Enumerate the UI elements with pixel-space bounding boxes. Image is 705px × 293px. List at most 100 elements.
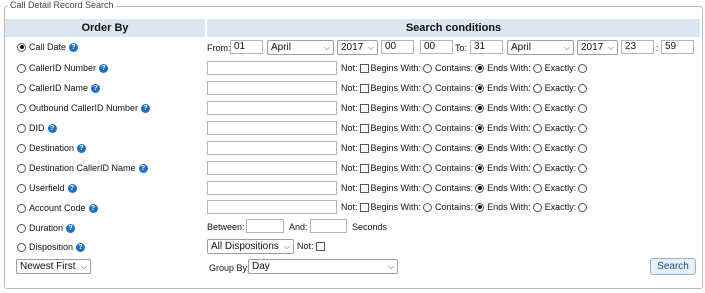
ends-with-radio[interactable]	[532, 183, 542, 193]
from-day-input[interactable]: 01	[230, 40, 263, 54]
order-by-option[interactable]: Outbound CallerID Number?	[17, 101, 151, 115]
contains-radio[interactable]	[475, 63, 485, 73]
not-checkbox[interactable]	[359, 123, 369, 133]
to-day-input[interactable]: 31	[470, 40, 503, 54]
order-by-radio[interactable]	[17, 143, 26, 153]
not-checkbox[interactable]	[359, 163, 369, 173]
not-checkbox[interactable]	[359, 183, 369, 193]
search-text-input[interactable]	[207, 181, 337, 195]
search-button[interactable]: Search	[650, 258, 696, 275]
order-by-option[interactable]: Duration?	[17, 221, 76, 235]
begins-with-label: Begins With:	[370, 63, 422, 73]
begins-with-radio[interactable]	[423, 103, 433, 113]
help-icon[interactable]: ?	[88, 203, 98, 213]
from-year-select[interactable]: 2017 ⌵	[337, 40, 378, 55]
order-by-option[interactable]: DID?	[17, 121, 57, 135]
search-text-input[interactable]	[207, 121, 337, 135]
begins-with-radio[interactable]	[423, 63, 433, 73]
begins-with-radio[interactable]	[423, 183, 433, 193]
begins-with-radio[interactable]	[423, 123, 433, 133]
not-checkbox[interactable]	[359, 63, 369, 73]
to-minute-input[interactable]: 59	[661, 40, 694, 54]
contains-radio[interactable]	[475, 143, 485, 153]
not-checkbox[interactable]	[359, 103, 369, 113]
order-by-option[interactable]: Userfield?	[17, 181, 77, 195]
begins-with-radio[interactable]	[423, 163, 433, 173]
ends-with-radio[interactable]	[532, 123, 542, 133]
contains-radio[interactable]	[475, 163, 485, 173]
exactly-radio[interactable]	[578, 123, 588, 133]
to-hour-input[interactable]: 23	[621, 40, 654, 54]
order-by-option[interactable]: Call Date?	[17, 40, 79, 54]
begins-with-radio[interactable]	[423, 143, 433, 153]
search-text-input[interactable]	[207, 161, 337, 175]
order-by-radio[interactable]	[17, 183, 26, 193]
chevron-down-icon: ⌵	[367, 43, 374, 52]
not-checkbox[interactable]	[359, 83, 369, 93]
to-month-select[interactable]: April ⌵	[507, 40, 574, 55]
exactly-radio[interactable]	[578, 103, 588, 113]
group-by-select[interactable]: Day ⌵	[248, 259, 398, 274]
search-text-input[interactable]	[207, 200, 337, 214]
order-by-radio[interactable]	[17, 223, 26, 233]
ends-with-radio[interactable]	[532, 143, 542, 153]
help-icon[interactable]: ?	[99, 63, 109, 73]
begins-with-radio[interactable]	[423, 83, 433, 93]
search-text-input[interactable]	[207, 81, 337, 95]
exactly-radio[interactable]	[578, 63, 588, 73]
help-icon[interactable]: ?	[141, 103, 151, 113]
order-by-radio[interactable]	[17, 103, 26, 113]
exactly-radio[interactable]	[578, 163, 588, 173]
contains-radio[interactable]	[475, 202, 485, 212]
order-by-radio[interactable]	[17, 83, 26, 93]
search-text-input[interactable]	[207, 141, 337, 155]
ends-with-radio[interactable]	[532, 103, 542, 113]
exactly-radio[interactable]	[578, 143, 588, 153]
help-icon[interactable]: ?	[66, 223, 76, 233]
disposition-select[interactable]: All Dispositions ⌵	[207, 239, 294, 254]
duration-min-input[interactable]	[246, 219, 284, 233]
disposition-not-checkbox[interactable]	[315, 241, 325, 251]
ends-with-radio[interactable]	[532, 202, 542, 212]
help-icon[interactable]: ?	[77, 143, 87, 153]
from-minute-input[interactable]: 00	[420, 40, 453, 54]
order-by-radio[interactable]	[17, 63, 26, 73]
exactly-radio[interactable]	[578, 83, 588, 93]
help-icon[interactable]: ?	[67, 183, 77, 193]
order-by-radio[interactable]	[17, 242, 26, 252]
order-by-radio[interactable]	[17, 123, 26, 133]
exactly-radio[interactable]	[578, 183, 588, 193]
not-checkbox[interactable]	[359, 202, 369, 212]
help-icon[interactable]: ?	[69, 42, 79, 52]
order-by-radio[interactable]	[17, 42, 26, 52]
contains-radio[interactable]	[475, 183, 485, 193]
help-icon[interactable]: ?	[91, 83, 101, 93]
duration-max-input[interactable]	[310, 219, 347, 233]
contains-radio[interactable]	[475, 83, 485, 93]
order-by-radio[interactable]	[17, 163, 26, 173]
contains-radio[interactable]	[475, 103, 485, 113]
help-icon[interactable]: ?	[138, 163, 148, 173]
not-checkbox[interactable]	[359, 143, 369, 153]
contains-radio[interactable]	[475, 123, 485, 133]
order-by-option[interactable]: Disposition?	[17, 240, 86, 254]
order-by-option[interactable]: CallerID Name?	[17, 81, 101, 95]
ends-with-radio[interactable]	[532, 63, 542, 73]
search-text-input[interactable]	[207, 101, 337, 115]
order-by-radio[interactable]	[17, 203, 26, 213]
order-by-option[interactable]: Destination CallerID Name?	[17, 161, 148, 175]
order-by-option[interactable]: CallerID Number?	[17, 61, 109, 75]
exactly-radio[interactable]	[578, 202, 588, 212]
ends-with-radio[interactable]	[532, 83, 542, 93]
search-text-input[interactable]	[207, 61, 337, 75]
begins-with-radio[interactable]	[423, 202, 433, 212]
order-by-option[interactable]: Account Code?	[17, 201, 98, 215]
from-hour-input[interactable]: 00	[381, 40, 414, 54]
order-by-option[interactable]: Destination?	[17, 141, 87, 155]
help-icon[interactable]: ?	[76, 242, 86, 252]
ends-with-radio[interactable]	[532, 163, 542, 173]
help-icon[interactable]: ?	[47, 123, 57, 133]
to-year-select[interactable]: 2017 ⌵	[577, 40, 618, 55]
sort-order-select[interactable]: Newest First ⌵	[16, 259, 91, 274]
from-month-select[interactable]: April ⌵	[267, 40, 334, 55]
